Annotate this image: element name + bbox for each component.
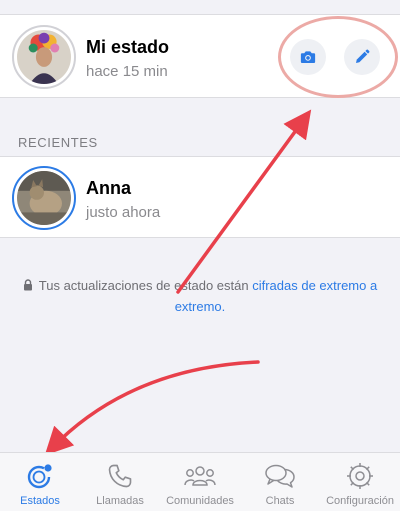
tab-llamadas[interactable]: Llamadas	[80, 453, 160, 511]
status-icon	[27, 464, 52, 489]
my-status-avatar[interactable]	[12, 25, 76, 89]
tab-configuracion[interactable]: Configuración	[320, 453, 400, 511]
tab-bar: Estados Llamadas Comunidades Chats Confi…	[0, 452, 400, 511]
tab-estados[interactable]: Estados	[0, 453, 80, 511]
encryption-note: Tus actualizaciones de estado están cifr…	[14, 276, 386, 317]
tab-comunidades[interactable]: Comunidades	[160, 453, 240, 511]
settings-icon	[347, 463, 373, 489]
encryption-text: Tus actualizaciones de estado están	[38, 278, 253, 293]
contact-status-row[interactable]: Anna justo ahora	[0, 156, 400, 238]
my-avatar-image	[17, 30, 71, 84]
phone-icon	[108, 464, 132, 488]
communities-icon	[184, 466, 216, 486]
encryption-period: .	[221, 299, 226, 314]
tab-label: Comunidades	[166, 495, 234, 507]
my-status-time: hace 15 min	[86, 63, 168, 80]
contact-avatar[interactable]	[12, 166, 76, 230]
contact-avatar-image	[17, 171, 71, 225]
tab-label: Estados	[20, 495, 60, 507]
my-status-title: Mi estado	[86, 37, 170, 57]
recent-section-header: RECIENTES	[18, 135, 98, 150]
arrow-to-status-tab	[44, 360, 260, 456]
highlight-oval	[278, 16, 398, 98]
tab-label: Configuración	[326, 495, 394, 507]
chats-icon	[265, 464, 295, 488]
tab-label: Chats	[265, 495, 295, 507]
contact-status-time: justo ahora	[86, 204, 161, 221]
contact-name: Anna	[86, 178, 131, 198]
tab-label: Llamadas	[96, 495, 144, 507]
tab-chats[interactable]: Chats	[240, 453, 320, 511]
lock-icon	[23, 277, 33, 297]
